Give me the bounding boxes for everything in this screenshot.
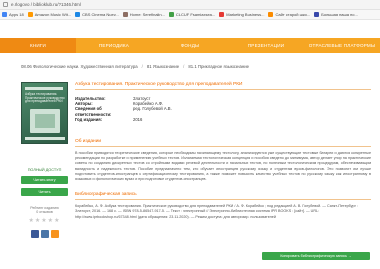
read-book-button[interactable]: Читать книгу <box>21 176 68 184</box>
divider <box>75 89 371 90</box>
divider <box>75 146 371 148</box>
bookmark-label: Сайт старой шко... <box>275 12 311 17</box>
cover-header-bar <box>25 87 63 90</box>
bookmark-label: CBS Cinema Nuev... <box>82 12 119 17</box>
bookmark-favicon-icon <box>268 12 274 17</box>
nav-item-periodicals[interactable]: Периодика <box>76 38 152 53</box>
bookmark-item[interactable]: CLCUF Fsamiaxsea... <box>168 12 216 17</box>
bookmark-label: Большая наша по... <box>321 12 358 17</box>
cover-footer-bar <box>25 137 65 140</box>
breadcrumb-separator: / <box>141 64 143 69</box>
book-details: Азбука тестирования. Практическое руково… <box>75 82 371 220</box>
nav-item-books[interactable]: Книги <box>0 38 76 53</box>
rating-label: Рейтинг изданию 0 отзывов <box>30 206 59 215</box>
bookmark-item[interactable]: Сайт старой шко... <box>268 12 310 17</box>
cover-title: Азбука тестирования. Практическое руково… <box>25 92 65 104</box>
bookmarks-bar: Apps 18 Amazon Music Wit... CBS Cinema N… <box>0 10 380 20</box>
main-navigation: Книги Периодика Фонды Презентации Отрасл… <box>0 38 380 53</box>
meta-value: 2016 <box>133 116 143 122</box>
book-sidebar: Азбука тестирования. Практическое руково… <box>21 82 68 238</box>
read-button[interactable]: Читать <box>21 188 68 196</box>
book-meta: Издательство: Златоуст Авторы: Корабейко… <box>75 96 371 122</box>
cover-illustration <box>30 109 60 133</box>
lock-icon <box>3 2 8 7</box>
breadcrumb-item[interactable]: 08.06 Филологические науки. Художественн… <box>21 64 138 69</box>
bookmark-item[interactable]: Apps 18 <box>2 12 24 17</box>
vk-share-icon[interactable] <box>40 229 49 238</box>
bookmark-item[interactable]: CBS Cinema Nuev... <box>75 12 119 17</box>
meta-key: Сведения об ответственности: <box>75 106 112 117</box>
nav-item-platforms[interactable]: Отраслевые платформы <box>304 38 380 53</box>
bookmark-favicon-icon <box>75 12 81 17</box>
biblio-text: Корабейко, А. Ф. Азбука тестирования. Пр… <box>75 204 358 219</box>
social-share <box>21 229 68 238</box>
bookmark-favicon-icon <box>219 12 225 17</box>
url-text[interactable]: e.rlogovo / biblioklub.ru/?1346.html <box>11 2 81 7</box>
copy-citation-button[interactable]: Копировать библиографическую запись → <box>262 252 370 260</box>
rating-stars[interactable]: ★★★★★ <box>21 217 68 224</box>
bookmark-item[interactable]: Home: Serefinalin... <box>122 12 165 17</box>
bookmark-label: Amazon Music Wit... <box>34 12 72 17</box>
bookmark-favicon-icon <box>314 12 320 17</box>
bookmark-favicon-icon <box>168 12 174 17</box>
bookmark-label: Marketing Business... <box>226 12 265 17</box>
bookmark-favicon-icon <box>27 12 33 17</box>
meta-row: Год издания: 2016 <box>75 117 371 122</box>
bookmark-favicon-icon <box>2 12 7 17</box>
about-text: В пособии приводятся теоретические сведе… <box>75 151 371 182</box>
bookmark-label: Home: Serefinalin... <box>129 12 165 17</box>
bookmark-favicon-icon <box>122 12 128 17</box>
book-title: Азбука тестирования. Практическое руково… <box>75 82 243 87</box>
nav-item-presentations[interactable]: Презентации <box>228 38 304 53</box>
meta-value: ред. Голубевой А.В. <box>133 106 172 112</box>
bookmark-label: Apps 18 <box>9 12 24 17</box>
facebook-share-icon[interactable] <box>30 229 39 238</box>
address-bar[interactable]: e.rlogovo / biblioklub.ru/?1346.html <box>0 0 380 10</box>
book-cover[interactable]: Азбука тестирования. Практическое руково… <box>21 82 68 144</box>
bookmark-item[interactable]: Amazon Music Wit... <box>27 12 72 17</box>
breadcrumb-item[interactable]: 81.1 Прикладное языкознание <box>188 64 249 69</box>
biblio-heading: Библиографическая запись <box>75 192 137 198</box>
nav-item-funds[interactable]: Фонды <box>152 38 228 53</box>
ok-share-icon[interactable] <box>50 229 59 238</box>
breadcrumb: 08.06 Филологические науки. Художественн… <box>21 64 249 69</box>
access-status: ПОЛНЫЙ ДОСТУП <box>27 168 62 172</box>
meta-row: Сведения об ответственности: ред. Голубе… <box>75 106 371 116</box>
about-heading: Об издании <box>75 139 102 145</box>
breadcrumb-item[interactable]: 81 Языкознание <box>147 64 179 69</box>
breadcrumb-separator: / <box>183 64 185 69</box>
bookmark-item[interactable]: Большая наша по... <box>314 12 358 17</box>
divider <box>75 199 371 201</box>
bookmark-label: CLCUF Fsamiaxsea... <box>175 12 216 17</box>
meta-key: Год издания: <box>75 116 103 122</box>
bookmark-item[interactable]: Marketing Business... <box>219 12 264 17</box>
